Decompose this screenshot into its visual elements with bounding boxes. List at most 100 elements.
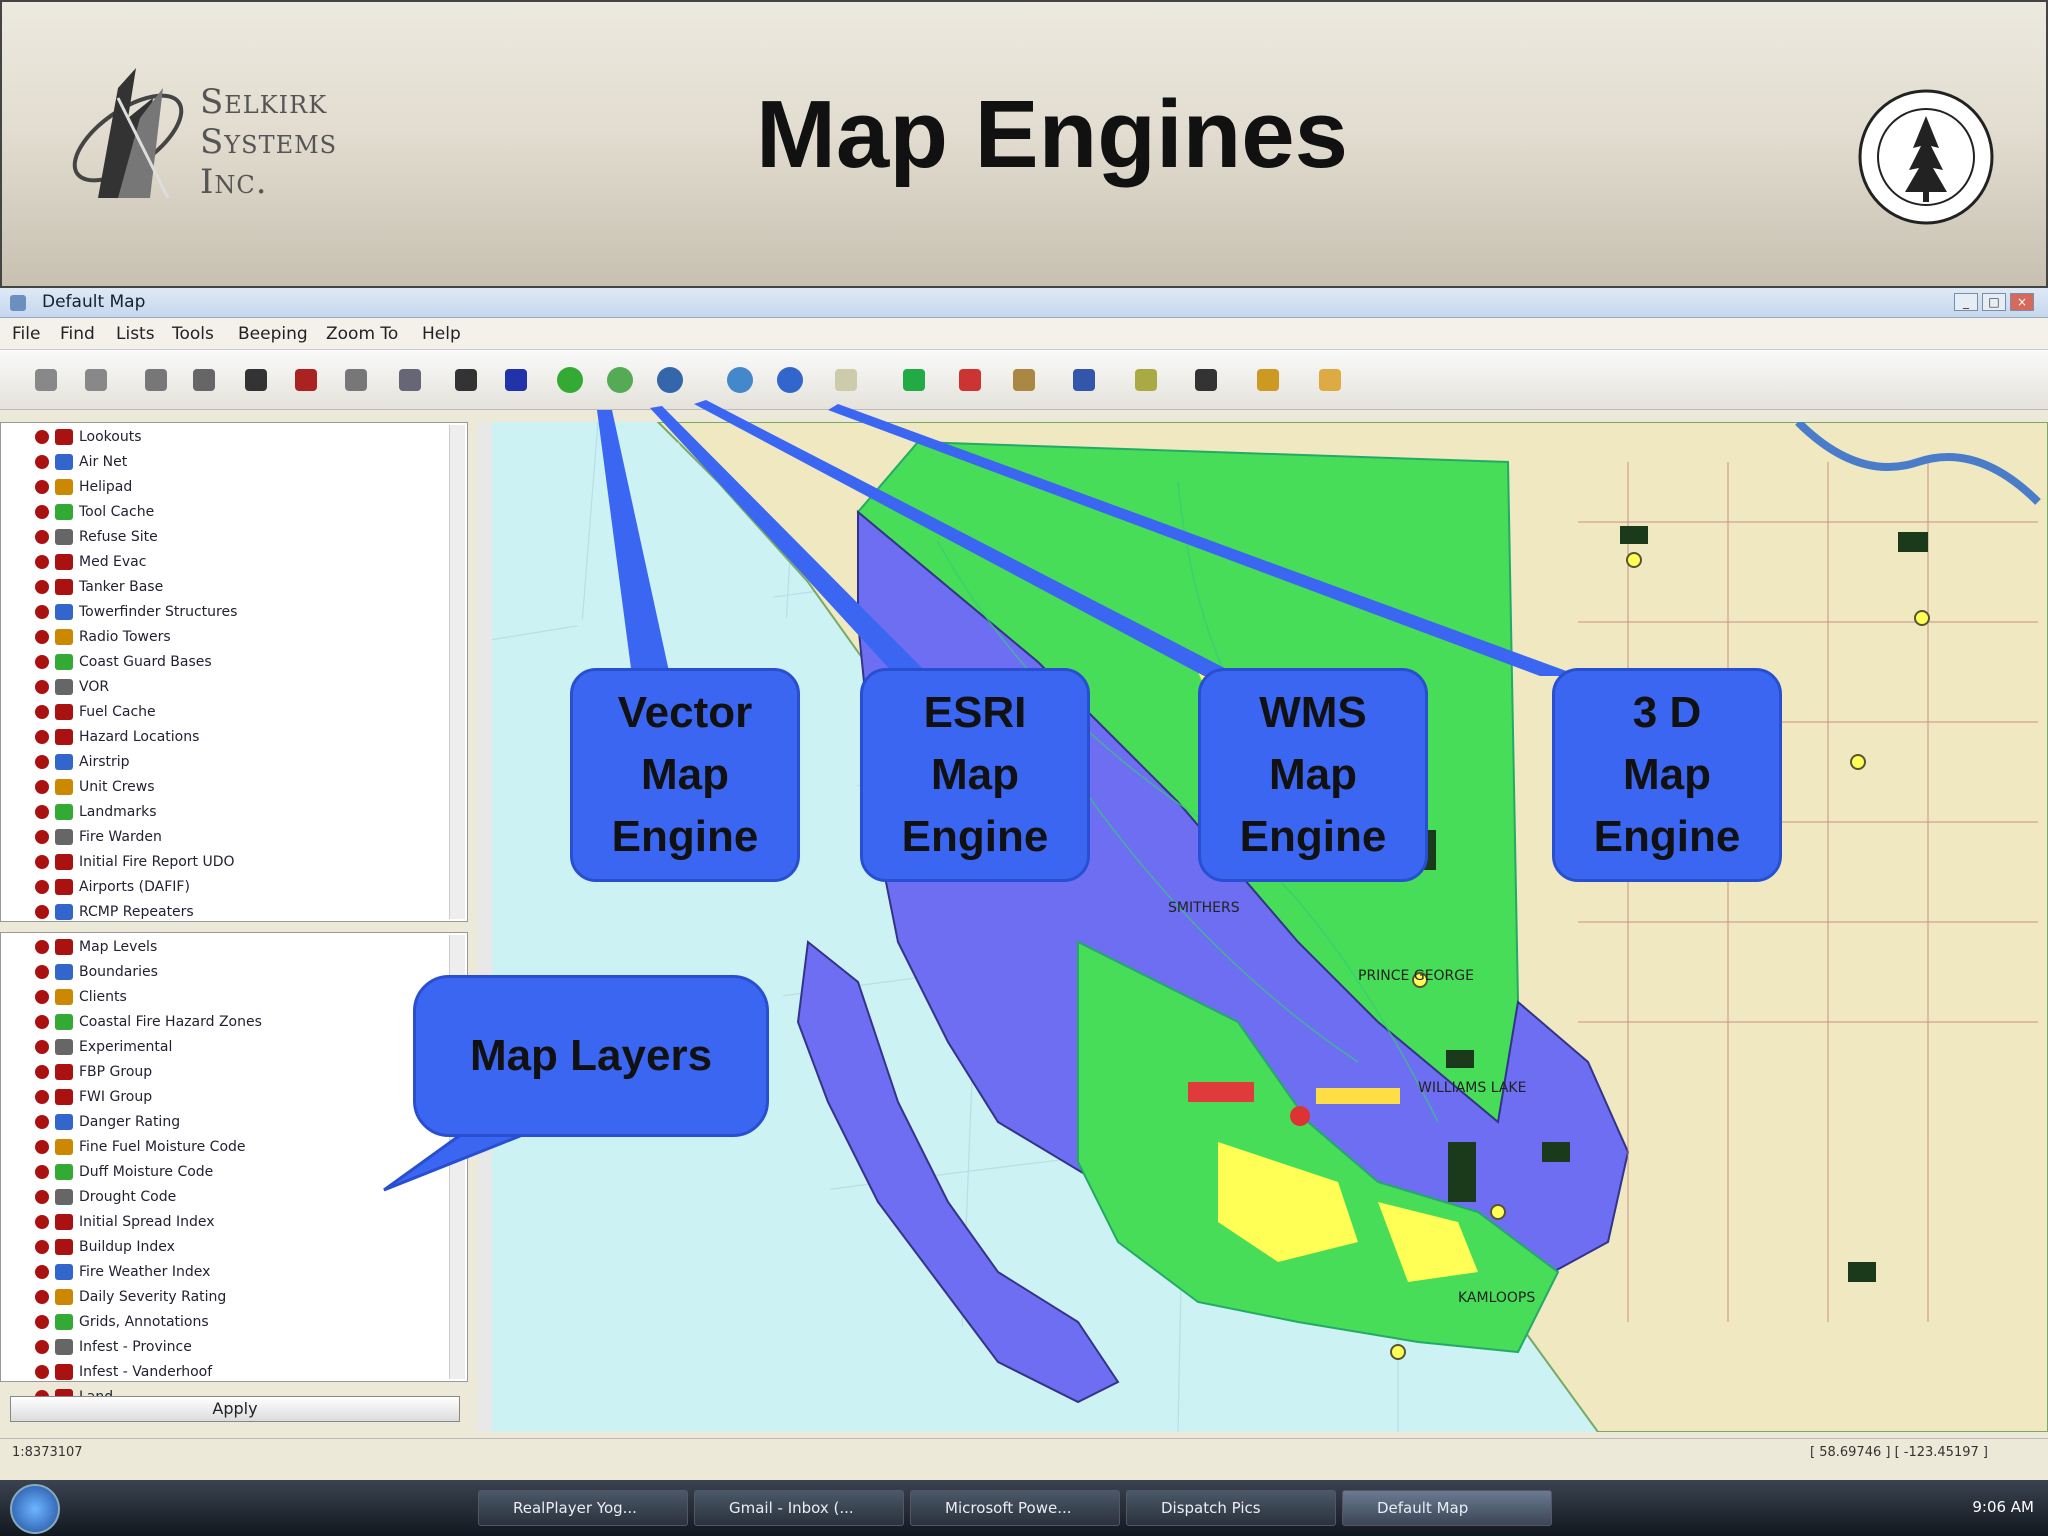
layer-toggle-icon[interactable] — [35, 1340, 49, 1354]
layer-toggle-icon[interactable] — [35, 1315, 49, 1329]
layer-toggle-icon[interactable] — [35, 1115, 49, 1129]
globe-icon[interactable] — [722, 362, 758, 398]
layer-toggle-icon[interactable] — [35, 505, 49, 519]
layer-item[interactable]: Drought Code — [35, 1189, 176, 1213]
resource-item[interactable]: VOR — [35, 679, 109, 703]
apply-button[interactable]: Apply — [10, 1396, 460, 1422]
layer-toggle-icon[interactable] — [35, 1090, 49, 1104]
layer-item[interactable]: FWI Group — [35, 1089, 152, 1113]
back-arrow-icon[interactable] — [28, 362, 64, 398]
resource-item[interactable]: Fire Warden — [35, 829, 162, 853]
layer-toggle-icon[interactable] — [35, 1165, 49, 1179]
menu-file[interactable]: File — [12, 324, 40, 344]
layer-toggle-icon[interactable] — [35, 1190, 49, 1204]
layer-toggle-icon[interactable] — [35, 630, 49, 644]
menu-beeping[interactable]: Beeping — [238, 324, 308, 344]
layers-icon[interactable] — [1006, 362, 1042, 398]
layer-toggle-icon[interactable] — [35, 880, 49, 894]
pan-hand-icon[interactable] — [186, 362, 222, 398]
layer-toggle-icon[interactable] — [35, 990, 49, 1004]
layer-toggle-icon[interactable] — [35, 605, 49, 619]
resource-item[interactable]: Airports (DAFIF) — [35, 879, 190, 903]
resource-item[interactable]: Med Evac — [35, 554, 146, 578]
layer-toggle-icon[interactable] — [35, 1040, 49, 1054]
pushpin-icon[interactable] — [288, 362, 324, 398]
layer-item[interactable]: Buildup Index — [35, 1239, 175, 1263]
layer-item[interactable]: Boundaries — [35, 964, 158, 988]
layer-toggle-icon[interactable] — [35, 455, 49, 469]
layer-item[interactable]: Map Levels — [35, 939, 157, 963]
layer-toggle-icon[interactable] — [35, 530, 49, 544]
resource-item[interactable]: Airstrip — [35, 754, 130, 778]
taskbar-item-default-map[interactable]: Default Map — [1342, 1490, 1552, 1526]
start-button[interactable] — [10, 1484, 60, 1534]
layer-item[interactable]: Fine Fuel Moisture Code — [35, 1139, 246, 1163]
resource-item[interactable]: Towerfinder Structures — [35, 604, 237, 628]
taskbar-item-powerpoint[interactable]: Microsoft Powe... — [910, 1490, 1120, 1526]
forward-arrow-icon[interactable] — [78, 362, 114, 398]
layer-toggle-icon[interactable] — [35, 480, 49, 494]
layer-item[interactable]: Daily Severity Rating — [35, 1289, 226, 1313]
layer-item[interactable]: Infest - Vanderhoof — [35, 1364, 212, 1388]
flag-icon[interactable] — [1250, 362, 1286, 398]
layer-toggle-icon[interactable] — [35, 430, 49, 444]
resource-item[interactable]: Fuel Cache — [35, 704, 156, 728]
draw-icon[interactable] — [1128, 362, 1164, 398]
resource-item[interactable]: Landmarks — [35, 804, 157, 828]
layer-toggle-icon[interactable] — [35, 1240, 49, 1254]
resource-item[interactable]: Refuse Site — [35, 529, 158, 553]
layer-toggle-icon[interactable] — [35, 965, 49, 979]
resource-item[interactable]: Tool Cache — [35, 504, 154, 528]
layer-item[interactable]: Initial Spread Index — [35, 1214, 214, 1238]
layer-toggle-icon[interactable] — [35, 1015, 49, 1029]
layer-item[interactable]: Clients — [35, 989, 127, 1013]
layer-toggle-icon[interactable] — [35, 905, 49, 919]
menu-lists[interactable]: Lists — [116, 324, 155, 344]
wms-map-engine-icon[interactable] — [652, 362, 688, 398]
zoom-magnifier-icon[interactable] — [238, 362, 274, 398]
resource-item[interactable]: Initial Fire Report UDO — [35, 854, 235, 878]
taskbar-item-dispatch-pics[interactable]: Dispatch Pics — [1126, 1490, 1336, 1526]
taskbar-item-realplayer[interactable]: RealPlayer Yog... — [478, 1490, 688, 1526]
resource-item[interactable]: Hazard Locations — [35, 729, 199, 753]
resource-item[interactable]: Lookouts — [35, 429, 142, 453]
layer-toggle-icon[interactable] — [35, 1290, 49, 1304]
menu-help[interactable]: Help — [422, 324, 461, 344]
layer-select-icon[interactable] — [498, 362, 534, 398]
layer-item[interactable]: Duff Moisture Code — [35, 1164, 213, 1188]
identify-icon[interactable] — [338, 362, 374, 398]
resource-item[interactable]: RCMP Repeaters — [35, 904, 194, 928]
layer-toggle-icon[interactable] — [35, 780, 49, 794]
resource-item[interactable]: Coast Guard Bases — [35, 654, 212, 678]
resource-item[interactable]: Tanker Base — [35, 579, 163, 603]
resource-item[interactable]: Unit Crews — [35, 779, 155, 803]
esri-map-engine-icon[interactable] — [602, 362, 638, 398]
layer-toggle-icon[interactable] — [35, 830, 49, 844]
layer-item[interactable]: FBP Group — [35, 1064, 152, 1088]
layer-toggle-icon[interactable] — [35, 1215, 49, 1229]
layer-toggle-icon[interactable] — [35, 580, 49, 594]
layer-toggle-icon[interactable] — [35, 755, 49, 769]
query-icon[interactable] — [392, 362, 428, 398]
layer-toggle-icon[interactable] — [35, 705, 49, 719]
layer-toggle-icon[interactable] — [35, 1265, 49, 1279]
close-button[interactable]: × — [2010, 293, 2034, 311]
layer-item[interactable]: Infest - Province — [35, 1339, 192, 1363]
layer-toggle-icon[interactable] — [35, 680, 49, 694]
aircraft-icon[interactable] — [1188, 362, 1224, 398]
layer-toggle-icon[interactable] — [35, 940, 49, 954]
vector-map-engine-icon[interactable] — [552, 362, 588, 398]
layer-toggle-icon[interactable] — [35, 805, 49, 819]
edit-map-icon[interactable] — [1066, 362, 1102, 398]
green-tool-icon[interactable] — [896, 362, 932, 398]
layer-toggle-icon[interactable] — [35, 855, 49, 869]
minimize-button[interactable]: _ — [1954, 293, 1978, 311]
layer-item[interactable]: Experimental — [35, 1039, 172, 1063]
layer-toggle-icon[interactable] — [35, 1365, 49, 1379]
menu-zoom-to[interactable]: Zoom To — [326, 324, 398, 344]
truck-icon[interactable] — [1312, 362, 1348, 398]
resource-item[interactable]: Helipad — [35, 479, 132, 503]
red-target-icon[interactable] — [952, 362, 988, 398]
select-pointer-icon[interactable] — [138, 362, 174, 398]
resource-item[interactable]: Air Net — [35, 454, 127, 478]
